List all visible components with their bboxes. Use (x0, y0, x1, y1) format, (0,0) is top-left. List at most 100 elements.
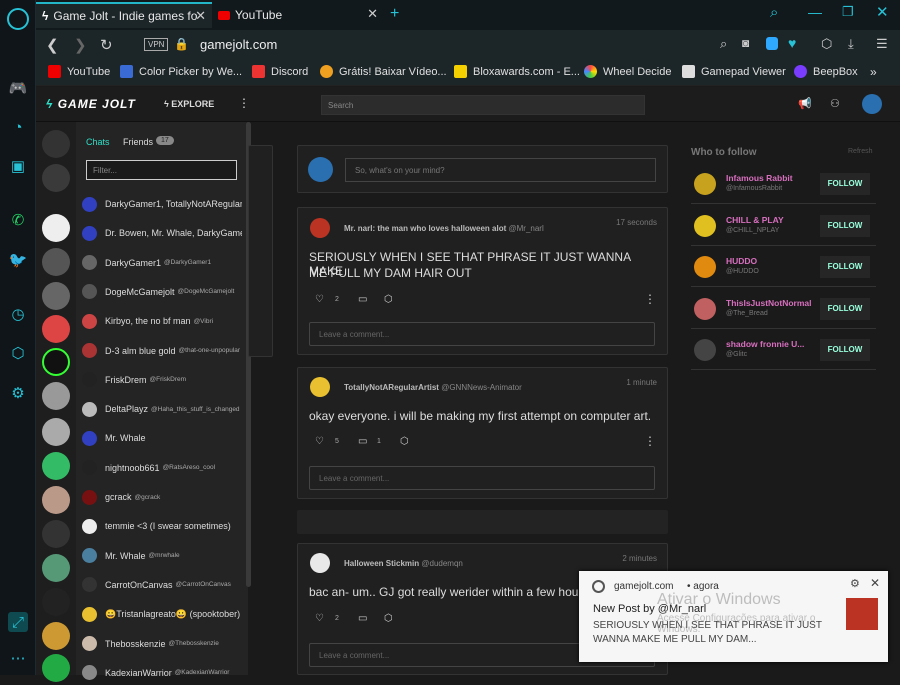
close-tab-icon[interactable]: ✕ (195, 8, 206, 24)
more-bookmarks-icon[interactable]: » (870, 65, 877, 79)
rail-avatar[interactable] (42, 130, 70, 158)
pin-icon[interactable]: ⤢ (8, 612, 28, 632)
share-icon[interactable]: ⬡ (400, 436, 409, 447)
toast-close-icon[interactable]: ✕ (870, 576, 880, 590)
vpn-badge[interactable]: VPN (144, 38, 169, 51)
rail-avatar[interactable] (42, 486, 70, 514)
activity-icon[interactable]: ⚇ (830, 97, 840, 110)
reload-icon[interactable]: ↻ (100, 36, 113, 54)
gamepad-icon[interactable]: 🎮 (8, 78, 28, 98)
more-dots-icon[interactable]: ⋯ (8, 648, 28, 668)
composer-input[interactable]: So, what's on your mind? (345, 158, 656, 182)
rail-avatar[interactable] (42, 418, 70, 446)
heart-icon[interactable]: ♥ (788, 35, 796, 51)
chat-row[interactable]: Thebosskenzie @Thebosskenzie (82, 632, 242, 656)
like-icon[interactable]: ♡ (315, 613, 324, 624)
maximize-icon[interactable]: ❐ (842, 4, 854, 20)
minimize-icon[interactable]: — (808, 4, 822, 20)
chat-row[interactable]: CarrotOnCanvas @CarrotOnCanvas (82, 573, 242, 597)
bookmark-discord[interactable]: Discord (252, 65, 308, 78)
chat-filter-input[interactable]: Filter... (86, 160, 237, 180)
close-tab-icon[interactable]: ✕ (367, 6, 378, 22)
new-tab-icon[interactable]: + (390, 5, 399, 23)
rail-avatar[interactable] (42, 248, 70, 276)
chat-row[interactable]: DarkyGamer1 @DarkyGamer1 (82, 251, 242, 275)
rail-avatar[interactable] (42, 315, 70, 343)
like-icon[interactable]: ♡ (315, 294, 324, 305)
like-icon[interactable]: ♡ (315, 436, 324, 447)
cube-icon[interactable]: ⬡ (821, 36, 832, 52)
chat-row[interactable]: nightnoob661 @RatsAreso_cool (82, 456, 242, 480)
follow-avatar[interactable] (694, 297, 716, 320)
comment-icon[interactable]: ▭ (358, 294, 367, 305)
follow-button[interactable]: FOLLOW (820, 297, 870, 320)
post-header[interactable]: TotallyNotARegularArtist @GNNNews-Animat… (344, 383, 522, 392)
bookmark-bloxawards[interactable]: Bloxawards.com - E... (454, 65, 580, 78)
share-icon[interactable]: ⬡ (384, 294, 393, 305)
close-window-icon[interactable]: ✕ (876, 3, 889, 21)
opera-logo-icon[interactable] (7, 8, 29, 30)
chat-row[interactable]: 😀Tristanlagreato😀 (spooktober) (82, 602, 242, 626)
follow-button[interactable]: FOLLOW (820, 173, 870, 195)
chat-row[interactable]: temmie <3 (I swear sometimes) (82, 514, 242, 538)
chat-row[interactable]: gcrack @gcrack (82, 485, 242, 509)
settings-gear-icon[interactable]: ⚙ (8, 383, 28, 403)
rail-avatar[interactable] (42, 452, 70, 480)
chat-row[interactable]: Mr. Whale @mrwhale (82, 544, 242, 568)
camera-icon[interactable]: ◙ (742, 36, 749, 50)
follow-button[interactable]: FOLLOW (820, 214, 870, 237)
url-field[interactable]: gamejolt.com (200, 37, 277, 52)
bookmark-wheel-decide[interactable]: Wheel Decide (584, 65, 671, 78)
toast-settings-icon[interactable]: ⚙ (850, 577, 860, 590)
notification-toast[interactable]: gamejolt.com • agora ⚙ ✕ New Post by @Mr… (579, 571, 888, 662)
bookmark-beepbox[interactable]: BeepBox (794, 65, 858, 78)
tab-friends[interactable]: Friends (123, 137, 153, 147)
rail-avatar[interactable] (42, 622, 70, 650)
header-more-icon[interactable]: ⋮ (238, 96, 250, 110)
follow-name[interactable]: ThisIsJustNotNormal (726, 298, 812, 308)
history-icon[interactable]: ◷ (8, 304, 28, 324)
tab-gamejolt[interactable]: ϟ Game Jolt - Indie games fo ✕ (36, 2, 212, 28)
speed-dial-icon[interactable]: ◔ (8, 117, 28, 137)
refresh-link[interactable]: Refresh (848, 148, 873, 155)
follow-name[interactable]: Infamous Rabbit (726, 173, 793, 183)
search-tabs-icon[interactable]: ⌕ (770, 4, 778, 21)
announcement-icon[interactable]: 📢 (798, 97, 812, 110)
chat-row[interactable]: Mr. Whale (82, 426, 242, 450)
comment-input[interactable]: Leave a comment... (309, 322, 655, 346)
post-header[interactable]: Mr. narl: the man who loves halloween al… (344, 224, 544, 233)
comment-icon[interactable]: ▭ (358, 436, 367, 447)
comment-icon[interactable]: ▭ (358, 613, 367, 624)
download-icon[interactable]: ⤓ (848, 36, 854, 52)
search-input[interactable]: Search (321, 95, 645, 115)
post-header[interactable]: Halloween Stickmin @dudemqn (344, 559, 463, 568)
bookmark-baixar[interactable]: Grátis! Baixar Vídeo... (320, 65, 447, 78)
rail-avatar[interactable] (42, 554, 70, 582)
whatsapp-icon[interactable]: ✆ (8, 210, 28, 230)
chat-row[interactable]: DogeMcGamejolt @DogeMcGamejolt (82, 280, 242, 304)
bookmark-gamepad-viewer[interactable]: Gamepad Viewer (682, 65, 786, 78)
rail-avatar[interactable] (42, 348, 70, 376)
rail-avatar[interactable] (42, 382, 70, 410)
explore-button[interactable]: ϟ EXPLORE (164, 99, 214, 109)
search-icon[interactable]: ⌕ (720, 36, 727, 52)
rail-avatar[interactable] (42, 282, 70, 310)
chat-row[interactable]: DeltaPlayz @Haha_this_stuff_is_changed (82, 397, 242, 421)
follow-name[interactable]: HUDDO (726, 256, 757, 266)
comment-input[interactable]: Leave a comment... (309, 466, 655, 490)
follow-name[interactable]: CHILL & PLAY (726, 215, 784, 225)
post-more-icon[interactable]: ⋮ (644, 292, 656, 306)
share-icon[interactable]: ⬡ (384, 613, 393, 624)
post-avatar[interactable] (310, 218, 330, 238)
twitch-icon[interactable]: ▣ (8, 156, 28, 176)
tab-youtube[interactable]: YouTube ✕ (212, 2, 384, 28)
rail-avatar[interactable] (42, 654, 70, 682)
rail-avatar[interactable] (42, 588, 70, 616)
twitter-icon[interactable]: 🐦 (8, 250, 28, 270)
chat-row[interactable]: Kirbyo, the no bf man @Vibri (82, 309, 242, 333)
tab-chats[interactable]: Chats (86, 137, 110, 147)
follow-avatar[interactable] (694, 173, 716, 195)
shield-icon[interactable] (766, 37, 778, 50)
rail-avatar[interactable] (42, 164, 70, 192)
post-more-icon[interactable]: ⋮ (644, 434, 656, 448)
